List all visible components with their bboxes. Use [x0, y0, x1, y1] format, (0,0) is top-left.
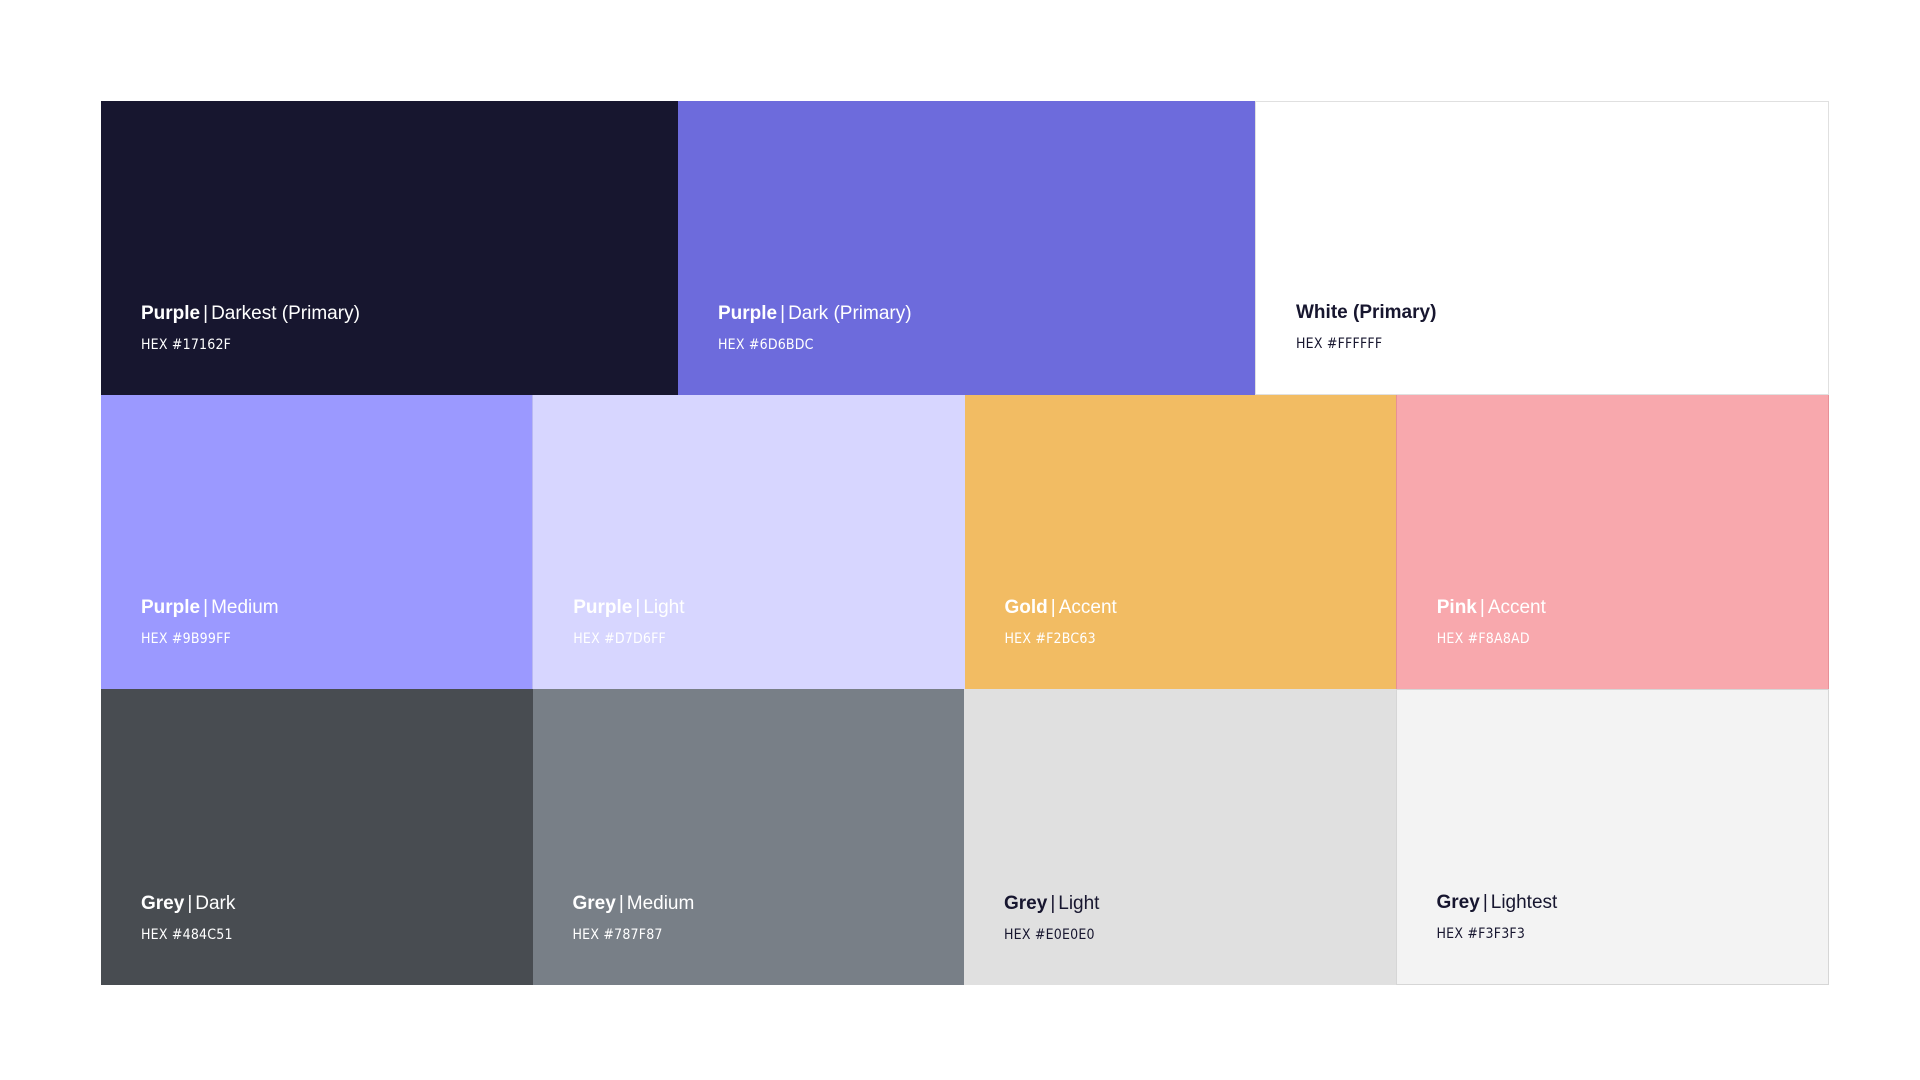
swatch-separator: |	[618, 893, 624, 914]
swatch-color-name: Grey	[141, 893, 185, 914]
swatch-grey-light: Grey | Light HEX #E0E0E0	[964, 689, 1396, 985]
swatch-label: Pink | Accent	[1437, 597, 1546, 619]
swatch-purple-dark: Purple | Dark (Primary) HEX #6D6BDC	[678, 101, 1255, 395]
swatch-color-name: Purple	[141, 597, 201, 618]
swatch-grey-dark: Grey | Dark HEX #484C51	[101, 689, 533, 985]
palette-row-primary: Purple | Darkest (Primary) HEX #17162F Pur…	[101, 101, 1829, 395]
swatch-variant: Medium	[626, 893, 695, 914]
swatch-grey-lightest: Grey | Lightest HEX #F3F3F3	[1395, 689, 1829, 985]
swatch-hex: HEX #D7D6FF	[573, 631, 666, 647]
palette-row-accents: Purple | Medium HEX #9B99FF Purple | Light H…	[101, 395, 1829, 689]
swatch-variant: Lightest	[1490, 892, 1558, 913]
swatch-variant: Light	[1058, 893, 1100, 914]
swatch-hex: HEX #6D6BDC	[718, 337, 814, 353]
swatch-color-name: Grey	[1436, 892, 1480, 913]
palette-row-greys: Grey | Dark HEX #484C51 Grey | Medium HEX #7…	[101, 689, 1829, 985]
swatch-label: Purple | Medium	[141, 597, 279, 619]
swatch-hex: HEX #484C51	[141, 927, 233, 943]
swatch-grey-medium: Grey | Medium HEX #787F87	[532, 689, 964, 985]
swatch-hex: HEX #F2BC63	[1004, 631, 1096, 647]
swatch-white: White (Primary) HEX #FFFFFF	[1255, 101, 1829, 395]
swatch-label: Purple | Darkest (Primary)	[141, 303, 360, 325]
swatch-color-name: Purple	[573, 597, 633, 618]
swatch-purple-light: Purple | Light HEX #D7D6FF	[532, 395, 965, 689]
swatch-label: Purple | Light	[573, 597, 684, 619]
swatch-label: Grey | Medium	[573, 893, 695, 915]
swatch-label: Gold | Accent	[1005, 597, 1117, 619]
swatch-variant: Accent	[1058, 597, 1117, 618]
swatch-separator: |	[635, 597, 641, 618]
swatch-purple-medium: Purple | Medium HEX #9B99FF	[101, 395, 533, 689]
swatch-label: Grey | Lightest	[1437, 892, 1558, 914]
swatch-variant: Accent	[1487, 597, 1546, 618]
swatch-hex: HEX #F8A8AD	[1436, 631, 1530, 647]
swatch-color-name: Purple	[141, 303, 201, 324]
swatch-variant: Medium	[211, 597, 279, 618]
swatch-hex: HEX #FFFFFF	[1296, 336, 1383, 352]
swatch-separator: |	[780, 303, 786, 324]
swatch-separator: |	[187, 893, 193, 914]
swatch-purple-darkest: Purple | Darkest (Primary) HEX #17162F	[101, 101, 678, 395]
swatch-label: Grey | Dark	[141, 893, 235, 915]
swatch-hex: HEX #9B99FF	[141, 631, 231, 647]
swatch-pink-accent: Pink | Accent HEX #F8A8AD	[1395, 395, 1829, 689]
swatch-separator: |	[1482, 892, 1488, 913]
swatch-hex: HEX #787F87	[572, 927, 663, 943]
swatch-separator: |	[203, 303, 209, 324]
swatch-variant: Dark (Primary)	[788, 303, 912, 324]
color-palette: Purple | Darkest (Primary) HEX #17162F Pur…	[101, 101, 1829, 985]
swatch-label: Purple | Dark (Primary)	[718, 303, 912, 325]
swatch-label: White (Primary)	[1296, 302, 1436, 324]
swatch-separator: |	[1050, 597, 1056, 618]
swatch-separator: |	[1050, 893, 1056, 914]
swatch-gold-accent: Gold | Accent HEX #F2BC63	[964, 395, 1396, 689]
swatch-hex: HEX #F3F3F3	[1436, 926, 1526, 942]
swatch-hex: HEX #E0E0E0	[1004, 927, 1095, 943]
swatch-variant: Light	[643, 597, 685, 618]
swatch-variant: Dark	[195, 893, 236, 914]
swatch-separator: |	[1479, 597, 1485, 618]
swatch-color-name: White (Primary)	[1296, 302, 1437, 323]
swatch-color-name: Gold	[1004, 597, 1048, 618]
swatch-color-name: Purple	[718, 303, 778, 324]
swatch-separator: |	[203, 597, 209, 618]
swatch-variant: Darkest (Primary)	[211, 303, 360, 324]
swatch-color-name: Grey	[572, 893, 616, 914]
swatch-hex: HEX #17162F	[141, 337, 232, 353]
swatch-color-name: Pink	[1436, 597, 1477, 618]
swatch-label: Grey | Light	[1004, 893, 1099, 915]
swatch-color-name: Grey	[1004, 893, 1048, 914]
